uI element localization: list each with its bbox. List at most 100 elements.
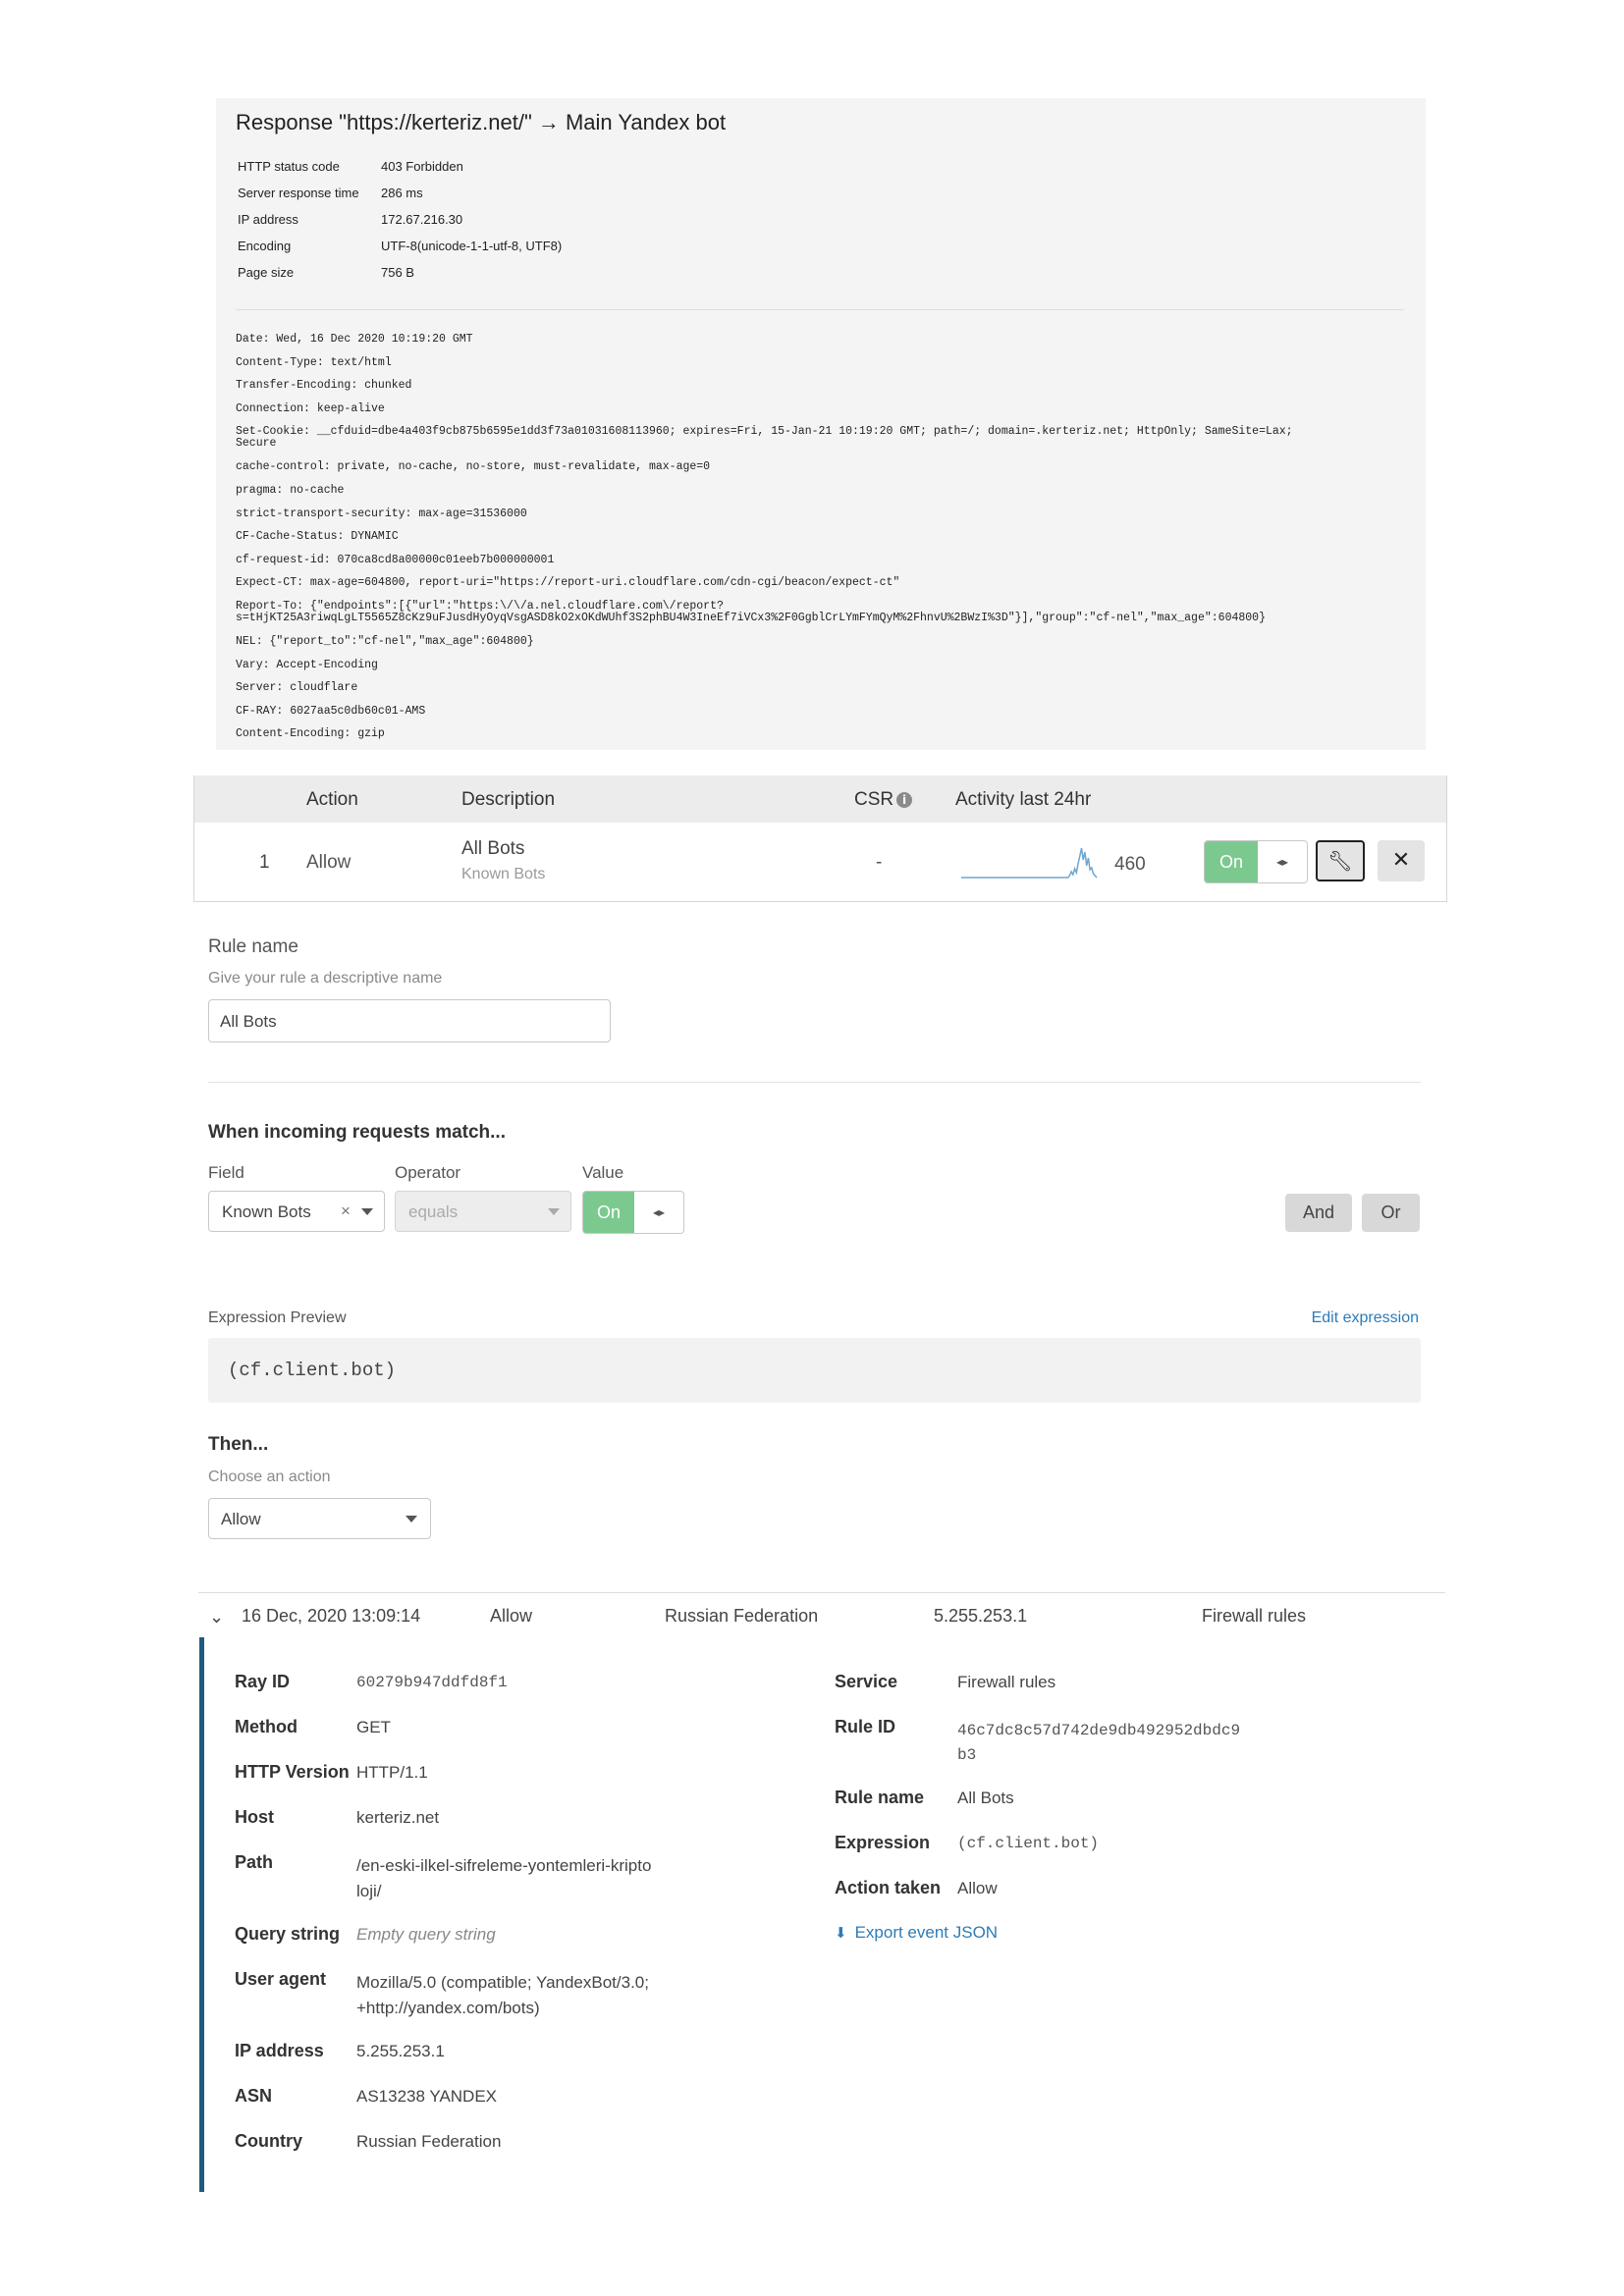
export-event-json-label: Export event JSON — [854, 1923, 999, 1942]
header-line: Set-Cookie: __cfduid=dbe4a403f9cb875b659… — [236, 425, 1293, 450]
rule-name-input[interactable]: All Bots — [208, 999, 611, 1042]
close-icon: ✕ — [1391, 848, 1411, 873]
ip-address-label: IP address — [238, 212, 298, 227]
header-line: Server: cloudflare — [236, 681, 358, 694]
match-heading: When incoming requests match... — [208, 1122, 506, 1143]
divider — [198, 1592, 1445, 1593]
rule-id-value: 46c7dc8c57d742de9db492952dbdc9 b3 — [957, 1722, 1241, 1764]
action-select[interactable]: Allow — [208, 1498, 431, 1539]
encoding-label: Encoding — [238, 239, 292, 253]
http-version-label: HTTP Version — [235, 1762, 350, 1782]
header-line: CF-RAY: 6027aa5c0db60c01-AMS — [236, 705, 426, 718]
firewall-rules-table: Action Description CSR i Activity last 2… — [193, 775, 1447, 902]
field-label: Field — [208, 1163, 244, 1182]
rule-csr: - — [876, 852, 883, 873]
divider — [208, 1082, 1421, 1083]
event-country: Russian Federation — [665, 1606, 819, 1626]
country-label: Country — [235, 2131, 302, 2151]
table-row[interactable]: 1 Allow All Bots Known Bots - 460 On ◂▸ … — [194, 823, 1446, 901]
activity-sparkline — [961, 847, 1098, 879]
status-code-value: 403 Forbidden — [381, 159, 463, 174]
path-label: Path — [235, 1852, 274, 1872]
edit-expression-link[interactable]: Edit expression — [1312, 1309, 1419, 1327]
field-select[interactable]: Known Bots × — [208, 1191, 385, 1232]
action-taken-value: Allow — [957, 1879, 998, 1897]
chevron-down-icon[interactable]: ⌄ — [209, 1607, 224, 1628]
host-value: kerteriz.net — [356, 1808, 440, 1827]
rule-name-hint: Give your rule a descriptive name — [208, 970, 443, 987]
rule-name-value: All Bots — [957, 1789, 1014, 1807]
clear-icon[interactable]: × — [341, 1201, 351, 1221]
query-string-value: Empty query string — [356, 1925, 496, 1944]
rule-name-label: Rule name — [835, 1788, 925, 1807]
delete-rule-button[interactable]: ✕ — [1378, 840, 1425, 881]
expression-preview: (cf.client.bot) — [228, 1360, 397, 1381]
action-hint: Choose an action — [208, 1468, 331, 1485]
header-line: strict-transport-security: max-age=31536… — [236, 507, 527, 520]
column-description: Description — [461, 789, 556, 810]
field-select-value: Known Bots — [222, 1202, 311, 1221]
header-line: Report-To: {"endpoints":[{"url":"https:\… — [236, 600, 1266, 624]
expression-value: (cf.client.bot) — [957, 1835, 1100, 1852]
rule-id-label: Rule ID — [835, 1717, 896, 1736]
event-datetime[interactable]: 16 Dec, 2020 13:09:14 — [242, 1606, 420, 1627]
header-line: Connection: keep-alive — [236, 402, 385, 415]
chevron-down-icon — [406, 1516, 417, 1522]
host-label: Host — [235, 1807, 274, 1827]
export-event-json-link[interactable]: ⬇ Export event JSON — [835, 1923, 998, 1943]
column-csr: CSR — [854, 789, 894, 810]
header-line: cache-control: private, no-cache, no-sto… — [236, 460, 711, 473]
method-value: GET — [356, 1718, 391, 1736]
ip-address-value: 172.67.216.30 — [381, 212, 463, 227]
wrench-icon: 🔧︎ — [1327, 849, 1353, 873]
header-line: Date: Wed, 16 Dec 2020 10:19:20 GMT — [236, 333, 473, 346]
expression-preview-label: Expression Preview — [208, 1309, 347, 1326]
page-size-label: Page size — [238, 265, 295, 280]
info-icon[interactable]: i — [896, 792, 912, 808]
query-string-label: Query string — [235, 1924, 341, 1944]
column-activity: Activity last 24hr — [955, 789, 1092, 810]
and-button[interactable]: And — [1285, 1194, 1352, 1232]
rule-action: Allow — [306, 852, 352, 873]
toggle-on-label: On — [1205, 841, 1258, 882]
rule-description[interactable]: All Bots — [461, 838, 524, 860]
ip-address-value: 5.255.253.1 — [356, 2042, 445, 2060]
chevron-down-icon — [548, 1208, 560, 1215]
arrows-horizontal-icon: ◂▸ — [1275, 855, 1289, 869]
event-action: Allow — [490, 1606, 533, 1626]
expression-label: Expression — [835, 1833, 931, 1852]
ray-id-value: 60279b947ddfd8f1 — [356, 1674, 508, 1691]
rule-sub-description: Known Bots — [461, 866, 546, 882]
operator-select[interactable]: equals — [395, 1191, 571, 1232]
event-accent-bar — [199, 1637, 204, 2192]
action-taken-label: Action taken — [835, 1878, 942, 1897]
value-toggle[interactable]: On ◂▸ — [582, 1191, 684, 1234]
event-service: Firewall rules — [1202, 1606, 1307, 1626]
http-version-value: HTTP/1.1 — [356, 1763, 428, 1782]
encoding-value: UTF-8(unicode-1-1-utf-8, UTF8) — [381, 239, 563, 253]
rule-index: 1 — [259, 852, 270, 873]
header-line: CF-Cache-Status: DYNAMIC — [236, 530, 399, 543]
rule-name-label: Rule name — [208, 936, 298, 957]
header-line: Vary: Accept-Encoding — [236, 659, 378, 671]
value-label: Value — [582, 1163, 624, 1182]
or-button[interactable]: Or — [1362, 1194, 1420, 1232]
header-line: Expect-CT: max-age=604800, report-uri="h… — [236, 576, 900, 589]
service-value: Firewall rules — [957, 1673, 1056, 1691]
edit-rule-button[interactable]: 🔧︎ — [1316, 840, 1365, 881]
response-panel: Response "https://kerteriz.net/" → Main … — [216, 98, 1426, 750]
header-line: Transfer-Encoding: chunked — [236, 379, 412, 392]
method-label: Method — [235, 1717, 298, 1736]
response-title: Response "https://kerteriz.net/" → Main … — [236, 110, 727, 134]
ray-id-label: Ray ID — [235, 1672, 291, 1691]
action-select-value: Allow — [221, 1510, 261, 1528]
then-heading: Then... — [208, 1434, 269, 1455]
rule-enabled-toggle[interactable]: On ◂▸ — [1204, 840, 1308, 883]
event-ip: 5.255.253.1 — [934, 1606, 1028, 1626]
download-icon: ⬇ — [835, 1924, 847, 1942]
divider — [236, 309, 1404, 310]
user-agent-label: User agent — [235, 1969, 327, 1989]
arrows-horizontal-icon: ◂▸ — [652, 1205, 666, 1219]
status-code-label: HTTP status code — [238, 159, 340, 174]
country-value: Russian Federation — [356, 2132, 502, 2151]
